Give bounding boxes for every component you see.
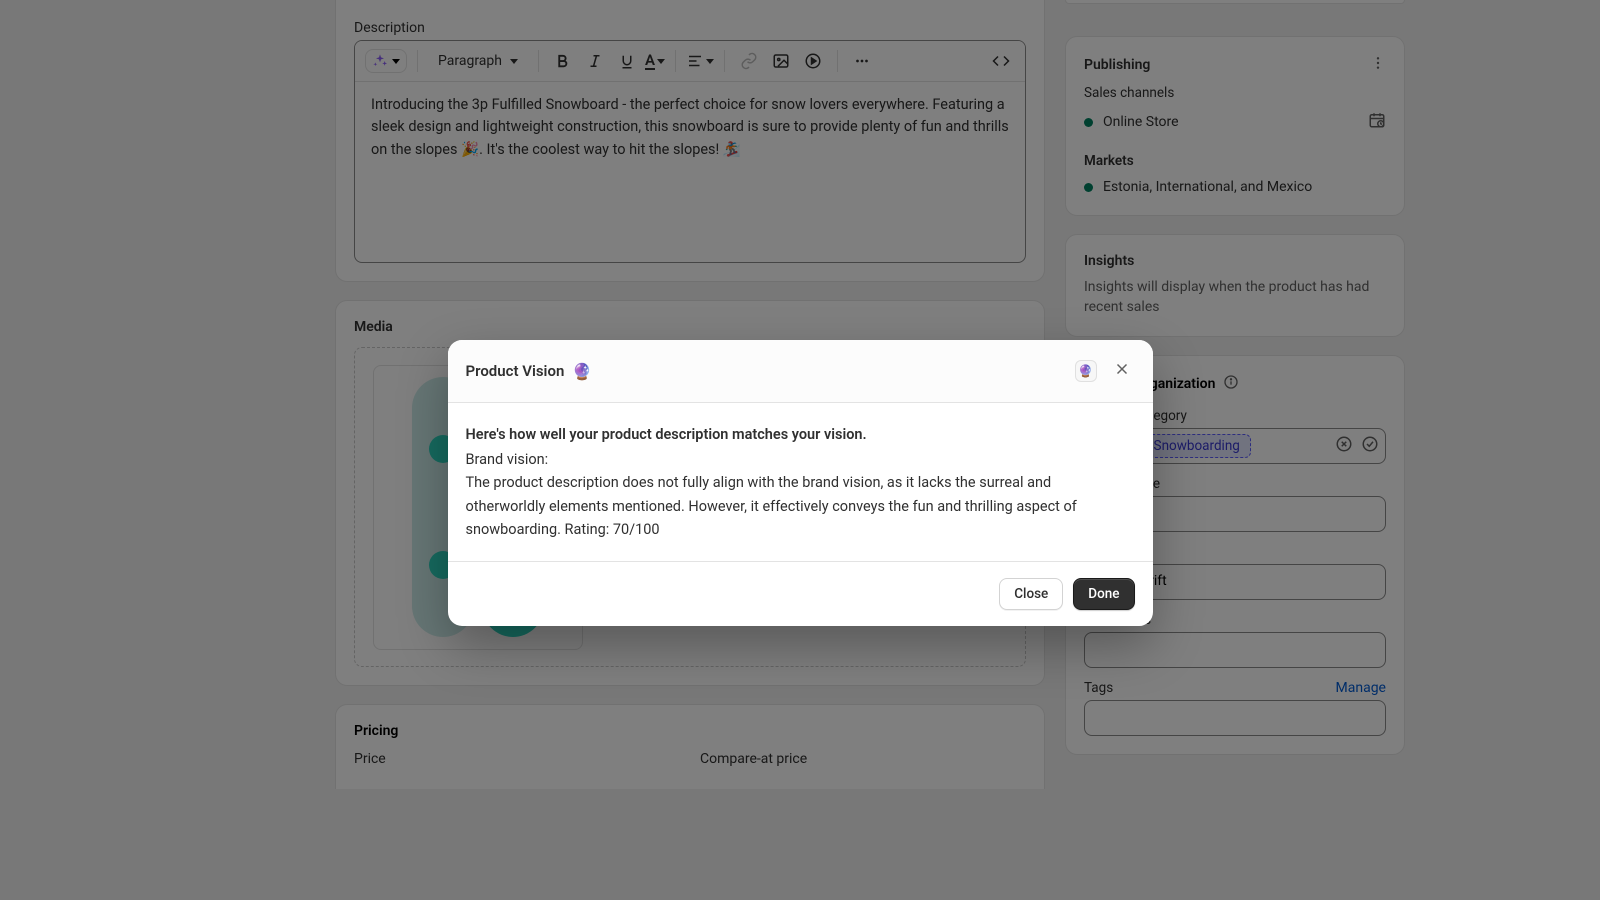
crystal-ball-emoji: 🔮 bbox=[572, 362, 592, 381]
modal-icon-chip[interactable]: 🔮 bbox=[1075, 360, 1097, 382]
modal-overlay: Product Vision 🔮 🔮 Here's how well your … bbox=[0, 0, 1600, 900]
modal-heading: Here's how well your product description… bbox=[466, 423, 1135, 446]
close-button[interactable]: Close bbox=[999, 578, 1063, 610]
close-icon[interactable] bbox=[1109, 356, 1135, 386]
modal-body-text: The product description does not fully a… bbox=[466, 471, 1135, 541]
product-vision-modal: Product Vision 🔮 🔮 Here's how well your … bbox=[448, 340, 1153, 626]
modal-title: Product Vision bbox=[466, 362, 565, 380]
done-button[interactable]: Done bbox=[1073, 578, 1134, 610]
brand-vision-label: Brand vision: bbox=[466, 448, 1135, 471]
